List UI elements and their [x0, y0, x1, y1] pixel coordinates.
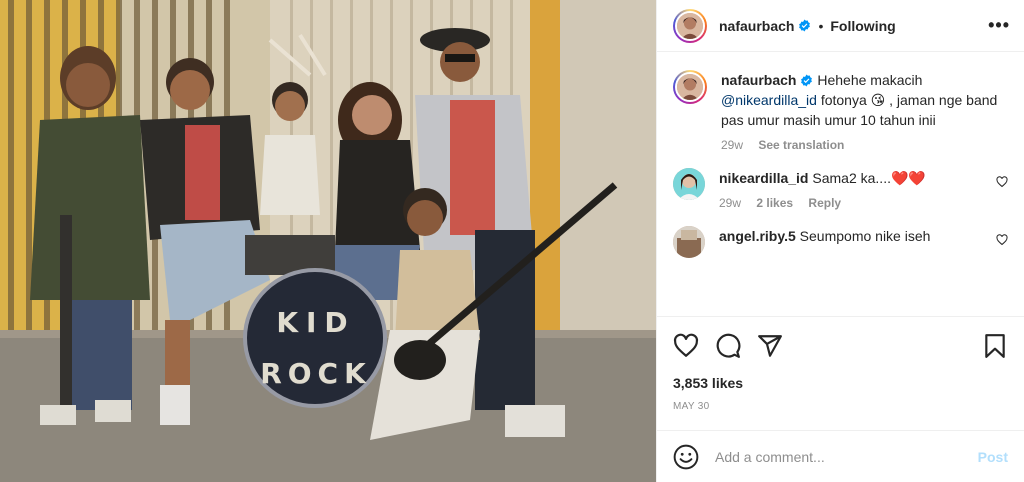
commenter-avatar-image: [673, 226, 705, 258]
bookmark-icon[interactable]: [982, 333, 1008, 359]
instagram-post: KID ROCK nafaurbach • Following ••• nafa…: [0, 0, 1024, 482]
verified-badge-icon: [801, 74, 813, 87]
post-actions: 3,853 likes MAY 30: [657, 316, 1024, 412]
band-photo-illustration: KID ROCK: [0, 0, 656, 482]
comment-like-heart-icon[interactable]: [996, 234, 1008, 246]
caption-meta: 29w See translation: [721, 138, 1008, 152]
caption: nafaurbach Hehehe makacih @nikeardilla_i…: [673, 70, 1008, 152]
comment-item: nikeardilla_id Sama2 ka....❤️❤️ 29w 2 li…: [673, 168, 1008, 210]
commenter-avatar[interactable]: [673, 226, 705, 258]
comment-username[interactable]: angel.riby.5: [719, 228, 796, 244]
post-side-panel: nafaurbach • Following ••• nafaurbach He…: [656, 0, 1024, 482]
comment-body: nikeardilla_id Sama2 ka....❤️❤️ 29w 2 li…: [719, 168, 996, 210]
comments-list[interactable]: nafaurbach Hehehe makacih @nikeardilla_i…: [657, 52, 1024, 316]
share-icon[interactable]: [757, 333, 783, 359]
caption-avatar-image: [677, 74, 703, 100]
caption-body: nafaurbach Hehehe makacih @nikeardilla_i…: [721, 70, 1008, 152]
post-date[interactable]: MAY 30: [673, 401, 1008, 412]
comment-body: angel.riby.5 Seumpomo nike iseh: [719, 226, 996, 246]
author-avatar-image: [677, 12, 703, 39]
caption-time[interactable]: 29w: [721, 138, 743, 152]
comment-text: Sama2 ka....❤️❤️: [812, 170, 926, 186]
heart-icon[interactable]: [673, 333, 699, 359]
emoji-icon[interactable]: [673, 444, 699, 470]
post-photo[interactable]: KID ROCK: [0, 0, 656, 482]
comment-item: angel.riby.5 Seumpomo nike iseh: [673, 226, 1008, 258]
caption-mention-link[interactable]: @nikeardilla_id: [721, 92, 817, 108]
author-avatar[interactable]: [673, 8, 707, 43]
caption-username[interactable]: nafaurbach: [721, 72, 796, 88]
post-header: nafaurbach • Following •••: [657, 0, 1024, 52]
comment-meta: 29w 2 likes Reply: [719, 196, 996, 210]
caption-text-before: Hehehe makacih: [817, 72, 923, 88]
author-username[interactable]: nafaurbach: [719, 18, 794, 34]
commenter-avatar-image: [673, 168, 705, 200]
following-button[interactable]: Following: [830, 18, 895, 34]
comment-text: Seumpomo nike iseh: [799, 228, 931, 244]
post-comment-button[interactable]: Post: [978, 449, 1008, 465]
verified-badge-icon: [799, 19, 811, 32]
caption-text: nafaurbach Hehehe makacih @nikeardilla_i…: [721, 70, 1008, 130]
see-translation-button[interactable]: See translation: [758, 138, 844, 152]
comment-input[interactable]: [715, 448, 978, 465]
action-icons: [673, 331, 1008, 361]
comment-likes[interactable]: 2 likes: [756, 196, 793, 210]
comment-icon[interactable]: [715, 333, 741, 359]
add-comment-bar: Post: [657, 430, 1024, 482]
commenter-avatar[interactable]: [673, 168, 705, 200]
header-separator: •: [818, 17, 824, 34]
comment-username[interactable]: nikeardilla_id: [719, 170, 808, 186]
caption-author-avatar[interactable]: [673, 70, 707, 104]
comment-like-heart-icon[interactable]: [996, 176, 1008, 188]
likes-count[interactable]: 3,853 likes: [673, 375, 1008, 391]
more-options-icon[interactable]: •••: [988, 15, 1010, 36]
reply-button[interactable]: Reply: [808, 196, 841, 210]
comment-time[interactable]: 29w: [719, 196, 741, 210]
